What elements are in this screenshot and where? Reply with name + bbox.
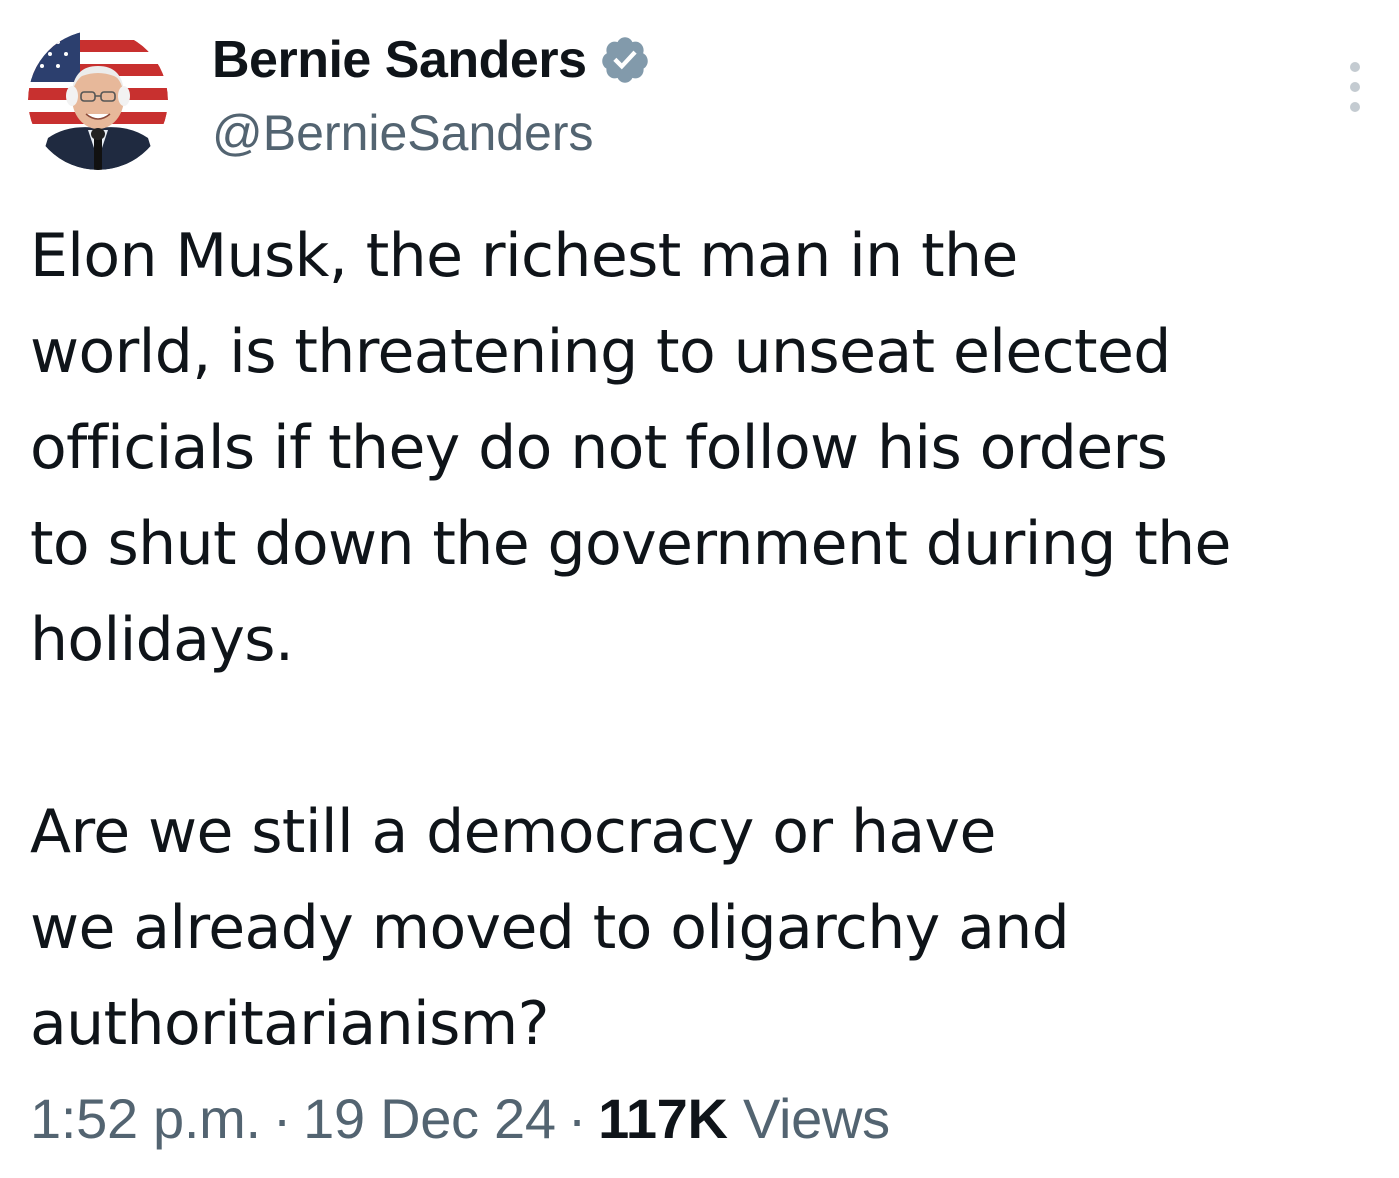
tweet-line: holidays. <box>30 605 294 675</box>
tweet-text: Elon Musk, the richest man in the world,… <box>30 208 1390 1072</box>
more-dot <box>1350 102 1360 112</box>
tweet-line: officials if they do not follow his orde… <box>30 413 1168 483</box>
tweet-line: authoritarianism? <box>30 989 549 1059</box>
tweet-time[interactable]: 1:52 p.m. <box>30 1087 261 1150</box>
tweet-line: we already moved to oligarchy and <box>30 893 1070 963</box>
tweet-paragraph-1: Elon Musk, the richest man in the world,… <box>30 208 1390 688</box>
more-dot <box>1350 82 1360 92</box>
verified-badge-icon <box>601 37 648 83</box>
tweet-date[interactable]: 19 Dec 24 <box>303 1087 556 1150</box>
more-options-icon[interactable] <box>1340 62 1370 112</box>
views-label: Views <box>742 1087 890 1150</box>
avatar-photo <box>28 30 168 170</box>
tweet-meta: 1:52 p.m. · 19 Dec 24 · 117K Views <box>30 1086 890 1151</box>
tweet-line: Elon Musk, the richest man in the <box>30 221 1018 291</box>
author-handle[interactable]: @BernieSanders <box>212 104 594 162</box>
views-count[interactable]: 117K <box>598 1087 728 1150</box>
tweet-line: world, is threatening to unseat elected <box>30 317 1171 387</box>
tweet-line: Are we still a democracy or have <box>30 797 996 867</box>
avatar[interactable] <box>28 30 168 170</box>
author-display-name[interactable]: Bernie Sanders <box>212 30 587 90</box>
more-dot <box>1350 62 1360 72</box>
tweet-line: to shut down the government during the <box>30 509 1231 579</box>
author-name-row[interactable]: Bernie Sanders <box>212 28 651 92</box>
tweet-card: Bernie Sanders @BernieSanders Elon Musk,… <box>0 0 1399 1178</box>
tweet-paragraph-2: Are we still a democracy or have we alre… <box>30 784 1390 1072</box>
meta-separator: · <box>272 1087 292 1150</box>
meta-separator: · <box>567 1087 587 1150</box>
